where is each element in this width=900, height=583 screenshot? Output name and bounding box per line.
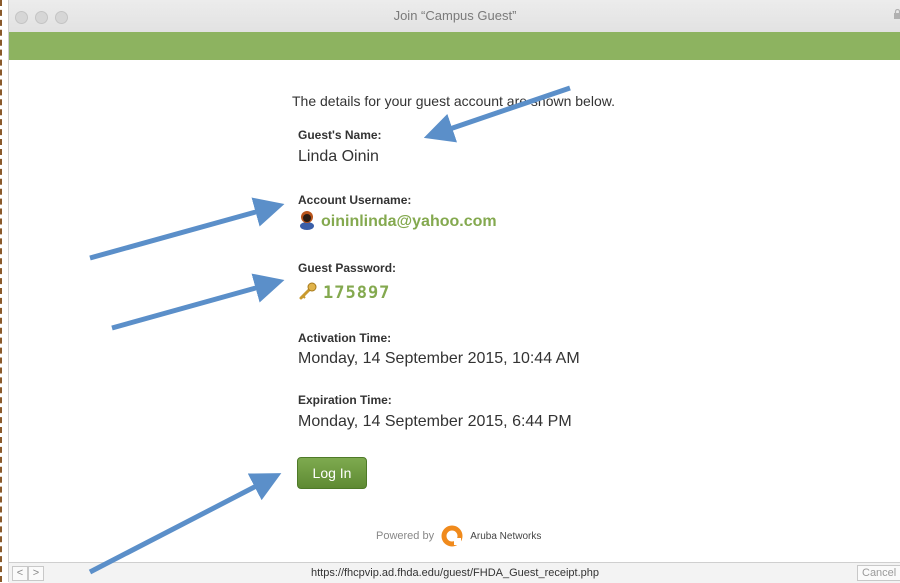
guest-name-label: Guest's Name:: [298, 128, 382, 142]
lock-icon: [894, 9, 900, 19]
activation-value: Monday, 14 September 2015, 10:44 AM: [298, 350, 580, 367]
activation-label: Activation Time:: [298, 331, 392, 345]
powered-by: Powered by Aruba Networks: [376, 525, 541, 547]
header-banner: [9, 32, 900, 60]
powered-by-text: Powered by: [376, 529, 435, 542]
log-in-button[interactable]: Log In: [297, 457, 367, 489]
captive-portal-window: Join “Campus Guest” The details for your…: [8, 0, 900, 583]
aruba-logo-icon: [441, 525, 463, 547]
key-icon: [299, 282, 317, 300]
desktop-edge: [0, 0, 8, 582]
username-row: oininlinda@yahoo.com: [298, 210, 497, 231]
username-value: oininlinda@yahoo.com: [321, 213, 497, 230]
expiration-label: Expiration Time:: [298, 393, 392, 407]
guest-name-value: Linda Oinin: [298, 148, 379, 165]
cancel-button[interactable]: Cancel: [857, 565, 900, 581]
password-row: 175897: [298, 281, 390, 303]
page-url: https://fhcpvip.ad.fhda.edu/guest/FHDA_G…: [310, 567, 599, 579]
window-title: Join “Campus Guest”: [393, 8, 517, 23]
password-value: 175897: [323, 283, 391, 303]
aruba-brand-text: Aruba Networks: [470, 530, 542, 542]
password-label: Guest Password:: [298, 261, 397, 275]
expiration-value: Monday, 14 September 2015, 6:44 PM: [298, 413, 572, 430]
receipt-content: The details for your guest account are s…: [9, 60, 900, 562]
username-label: Account Username:: [298, 193, 412, 207]
intro-text: The details for your guest account are s…: [292, 93, 615, 109]
title-bar: Join “Campus Guest”: [9, 0, 900, 33]
status-bar: < > https://fhcpvip.ad.fhda.edu/guest/FH…: [9, 562, 900, 583]
user-avatar-icon: [300, 211, 314, 230]
